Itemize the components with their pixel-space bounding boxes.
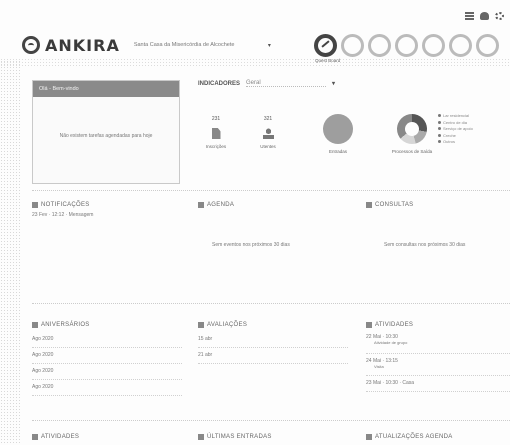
settings-icon[interactable] [495, 12, 504, 20]
indicator-value: 321 [263, 116, 273, 122]
welcome-panel: Olá - Bem-vindo Não existem tarefas agen… [32, 80, 180, 184]
indicator-label: Utentes [260, 144, 276, 149]
badges [314, 34, 499, 57]
pie-chart-icon [323, 114, 353, 144]
aniversarios-title-text: ANIVERSÁRIOS [41, 322, 90, 328]
organization-name[interactable]: Santa Casa da Misericórdia de Alcochete [134, 42, 262, 48]
bottom-middle-title: ÚLTIMAS ENTRADAS [207, 434, 272, 440]
indicator-entradas[interactable]: Entradas [314, 114, 362, 154]
list-item[interactable]: 15 abr [198, 332, 348, 348]
indicator-label: Entradas [328, 149, 347, 154]
consultas-card: CONSULTAS Sem consultas nos próximos 30 … [366, 198, 510, 303]
person-icon [198, 434, 204, 440]
bell-icon [32, 202, 38, 208]
divider [32, 420, 510, 421]
list-item[interactable]: 23 Mai · 10:30 · Casa [366, 376, 510, 392]
dotted-margin [0, 60, 22, 445]
agenda-title: AGENDA [198, 198, 348, 212]
welcome-title: Olá - Bem-vindo [33, 81, 179, 97]
document-icon [211, 128, 221, 139]
avaliacoes-card: AVALIAÇÕES 15 abr 21 abr [198, 318, 348, 418]
indicator-utentes[interactable]: 321 Utentes [250, 116, 286, 149]
agenda-title-text: AGENDA [207, 202, 235, 208]
chart-legend: Lar residencial Centro de dia Serviço de… [438, 113, 473, 146]
agenda-card: AGENDA Sem eventos nos próximos 30 dias [198, 198, 348, 303]
bottom-left-title: ATIVIDADES [41, 434, 80, 440]
list-item[interactable]: 24 Mai · 13:15 Visita [366, 354, 510, 376]
badge-icon[interactable] [449, 34, 472, 57]
logo-icon [22, 36, 40, 54]
legend-item: Outros [438, 139, 473, 146]
ultimas-entradas-card: ÚLTIMAS ENTRADAS [198, 430, 348, 444]
consultas-empty: Sem consultas nos próximos 30 dias [384, 242, 466, 248]
indicator-saidas[interactable]: Processos de Saída [382, 114, 442, 154]
badge-icon[interactable] [368, 34, 391, 57]
activity-icon [366, 322, 372, 328]
person-icon [262, 128, 274, 139]
indicators-panel: INDICADORES Geral ▾ 231 Inscrições 321 U… [198, 80, 510, 184]
indicators-header: INDICADORES Geral ▾ [198, 80, 510, 87]
bottom-atividades-title: ATIVIDADES [32, 430, 182, 444]
checklist-icon [198, 322, 204, 328]
list-item[interactable]: 21 abr [198, 348, 348, 364]
top-icons [465, 12, 504, 20]
chevron-down-icon[interactable]: ▾ [268, 42, 271, 49]
agenda-empty: Sem eventos nos próximos 30 dias [212, 242, 290, 248]
aniversarios-title: ANIVERSÁRIOS [32, 318, 182, 332]
atividades-title-text: ATIVIDADES [375, 322, 414, 328]
aniversarios-card: ANIVERSÁRIOS Ago 2020 Ago 2020 Ago 2020 … [32, 318, 182, 418]
notifications-title-text: NOTIFICAÇÕES [41, 202, 90, 208]
avaliacoes-title-text: AVALIAÇÕES [207, 322, 248, 328]
activity-detail: Atividade de grupo [374, 340, 408, 345]
brand-name: ANKIRA [45, 35, 120, 55]
donut-chart-icon [397, 114, 427, 144]
people-icon [32, 434, 38, 440]
ultimas-entradas-title: ÚLTIMAS ENTRADAS [198, 430, 348, 444]
activity-detail: Visita [374, 364, 384, 369]
list-item[interactable]: 22 Mai · 10:30 Atividade de grupo [366, 332, 510, 354]
indicator-inscricoes[interactable]: 231 Inscrições [198, 116, 234, 149]
divider [32, 190, 510, 191]
badge-icon[interactable] [314, 34, 337, 57]
list-item[interactable]: Ago 2020 [32, 364, 182, 380]
refresh-icon [366, 434, 372, 440]
badge-icon[interactable] [476, 34, 499, 57]
badge-icon[interactable] [341, 34, 364, 57]
indicator-label: Processos de Saída [391, 149, 433, 154]
indicators-filter-select[interactable]: Geral [246, 80, 327, 87]
indicator-value: 231 [211, 116, 221, 122]
app-header: ANKIRA Santa Casa da Misericórdia de Alc… [22, 34, 510, 63]
divider [32, 303, 510, 304]
user-icon[interactable] [480, 12, 489, 20]
consultas-title: CONSULTAS [366, 198, 510, 212]
calendar-icon [198, 202, 204, 208]
badge-caption: Quest Board [315, 58, 341, 63]
atualizacoes-card: ATUALIZAÇÕES AGENDA [366, 430, 510, 444]
header-divider [0, 58, 510, 68]
badge-icon[interactable] [395, 34, 418, 57]
badge-icon[interactable] [422, 34, 445, 57]
grid-icon[interactable] [465, 12, 474, 20]
notifications-card: NOTIFICAÇÕES 23 Fev · 12:12 · Mensagem [32, 198, 182, 303]
bottom-right-title: ATUALIZAÇÕES AGENDA [375, 434, 453, 440]
list-item[interactable]: Ago 2020 [32, 380, 182, 396]
list-item[interactable]: Ago 2020 [32, 332, 182, 348]
welcome-message: Não existem tarefas agendadas para hoje [59, 133, 153, 139]
notification-entry[interactable]: 23 Fev · 12:12 · Mensagem [32, 212, 182, 218]
atividades-card: ATIVIDADES 22 Mai · 10:30 Atividade de g… [366, 318, 510, 418]
avaliacoes-title: AVALIAÇÕES [198, 318, 348, 332]
indicators-title: INDICADORES [198, 80, 241, 87]
consultas-title-text: CONSULTAS [375, 202, 414, 208]
atividades-title: ATIVIDADES [366, 318, 510, 332]
atualizacoes-title: ATUALIZAÇÕES AGENDA [366, 430, 510, 444]
indicator-label: Inscrições [205, 144, 227, 149]
list-item[interactable]: Ago 2020 [32, 348, 182, 364]
chevron-down-icon[interactable]: ▾ [332, 80, 335, 87]
cake-icon [32, 322, 38, 328]
notifications-title: NOTIFICAÇÕES [32, 198, 182, 212]
stethoscope-icon [366, 202, 372, 208]
bottom-atividades-card: ATIVIDADES [32, 430, 182, 444]
